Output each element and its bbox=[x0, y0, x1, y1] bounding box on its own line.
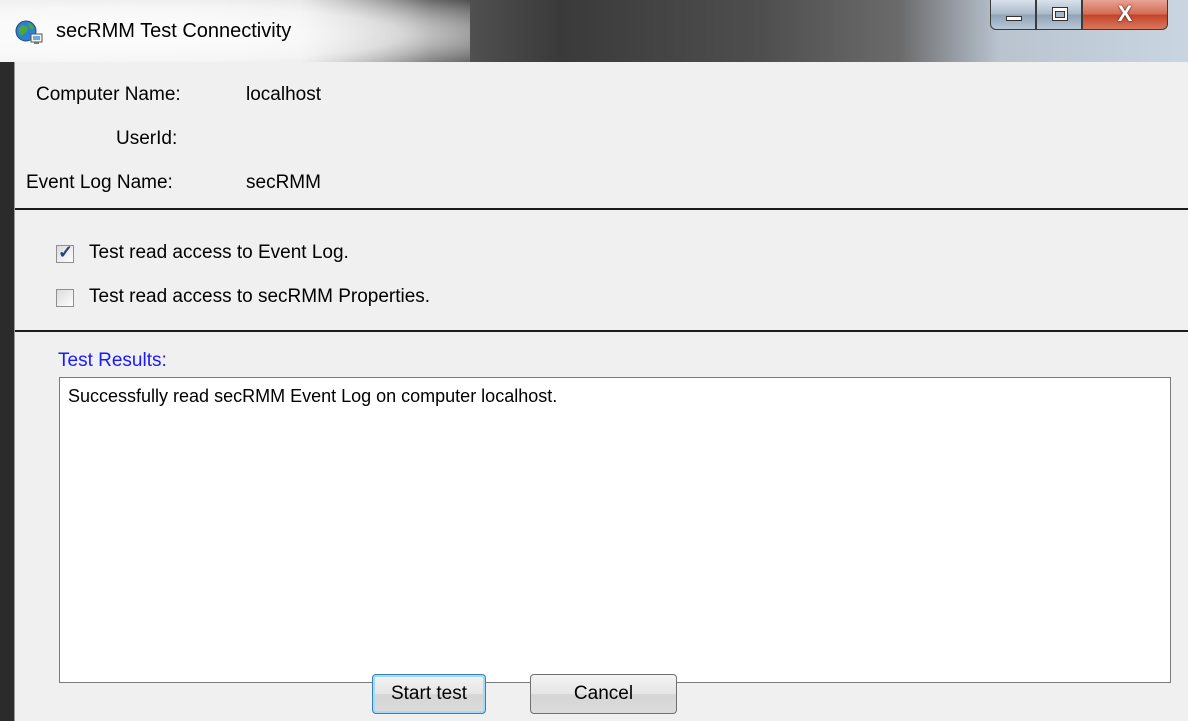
event-log-checkbox[interactable]: ✓ bbox=[56, 242, 74, 263]
maximize-button[interactable] bbox=[1036, 0, 1082, 30]
checkmark-icon: ✓ bbox=[58, 242, 74, 262]
title-bar[interactable]: secRMM Test Connectivity X bbox=[0, 0, 1188, 62]
computer-name-value: localhost bbox=[246, 84, 321, 105]
properties-checkbox-label[interactable]: Test read access to secRMM Properties. bbox=[89, 286, 430, 308]
globe-network-icon bbox=[15, 20, 43, 44]
event-log-name-value: secRMM bbox=[246, 172, 321, 193]
window-title: secRMM Test Connectivity bbox=[56, 20, 292, 42]
close-button[interactable]: X bbox=[1082, 0, 1168, 30]
separator-top bbox=[15, 208, 1188, 210]
properties-checkbox[interactable] bbox=[56, 289, 74, 307]
separator-bottom bbox=[15, 330, 1188, 332]
test-results-label: Test Results: bbox=[58, 350, 167, 371]
computer-name-label: Computer Name: bbox=[36, 84, 181, 105]
event-log-checkbox-label[interactable]: Test read access to Event Log. bbox=[89, 242, 349, 264]
caption-buttons: X bbox=[990, 0, 1180, 32]
test-results-textbox[interactable]: Successfully read secRMM Event Log on co… bbox=[59, 377, 1171, 683]
minimize-button[interactable] bbox=[990, 0, 1036, 30]
maximize-icon bbox=[1052, 7, 1068, 21]
dialog-client-area: Computer Name: localhost UserId: Event L… bbox=[14, 62, 1188, 721]
minimize-icon bbox=[1006, 16, 1022, 21]
userid-label: UserId: bbox=[116, 128, 178, 149]
event-log-name-label: Event Log Name: bbox=[26, 172, 173, 193]
start-test-button[interactable]: Start test bbox=[372, 674, 486, 714]
close-icon: X bbox=[1117, 1, 1133, 26]
test-results-text: Successfully read secRMM Event Log on co… bbox=[68, 386, 558, 406]
app-window: secRMM Test Connectivity X Computer Name… bbox=[0, 0, 1188, 721]
cancel-button[interactable]: Cancel bbox=[530, 674, 677, 714]
